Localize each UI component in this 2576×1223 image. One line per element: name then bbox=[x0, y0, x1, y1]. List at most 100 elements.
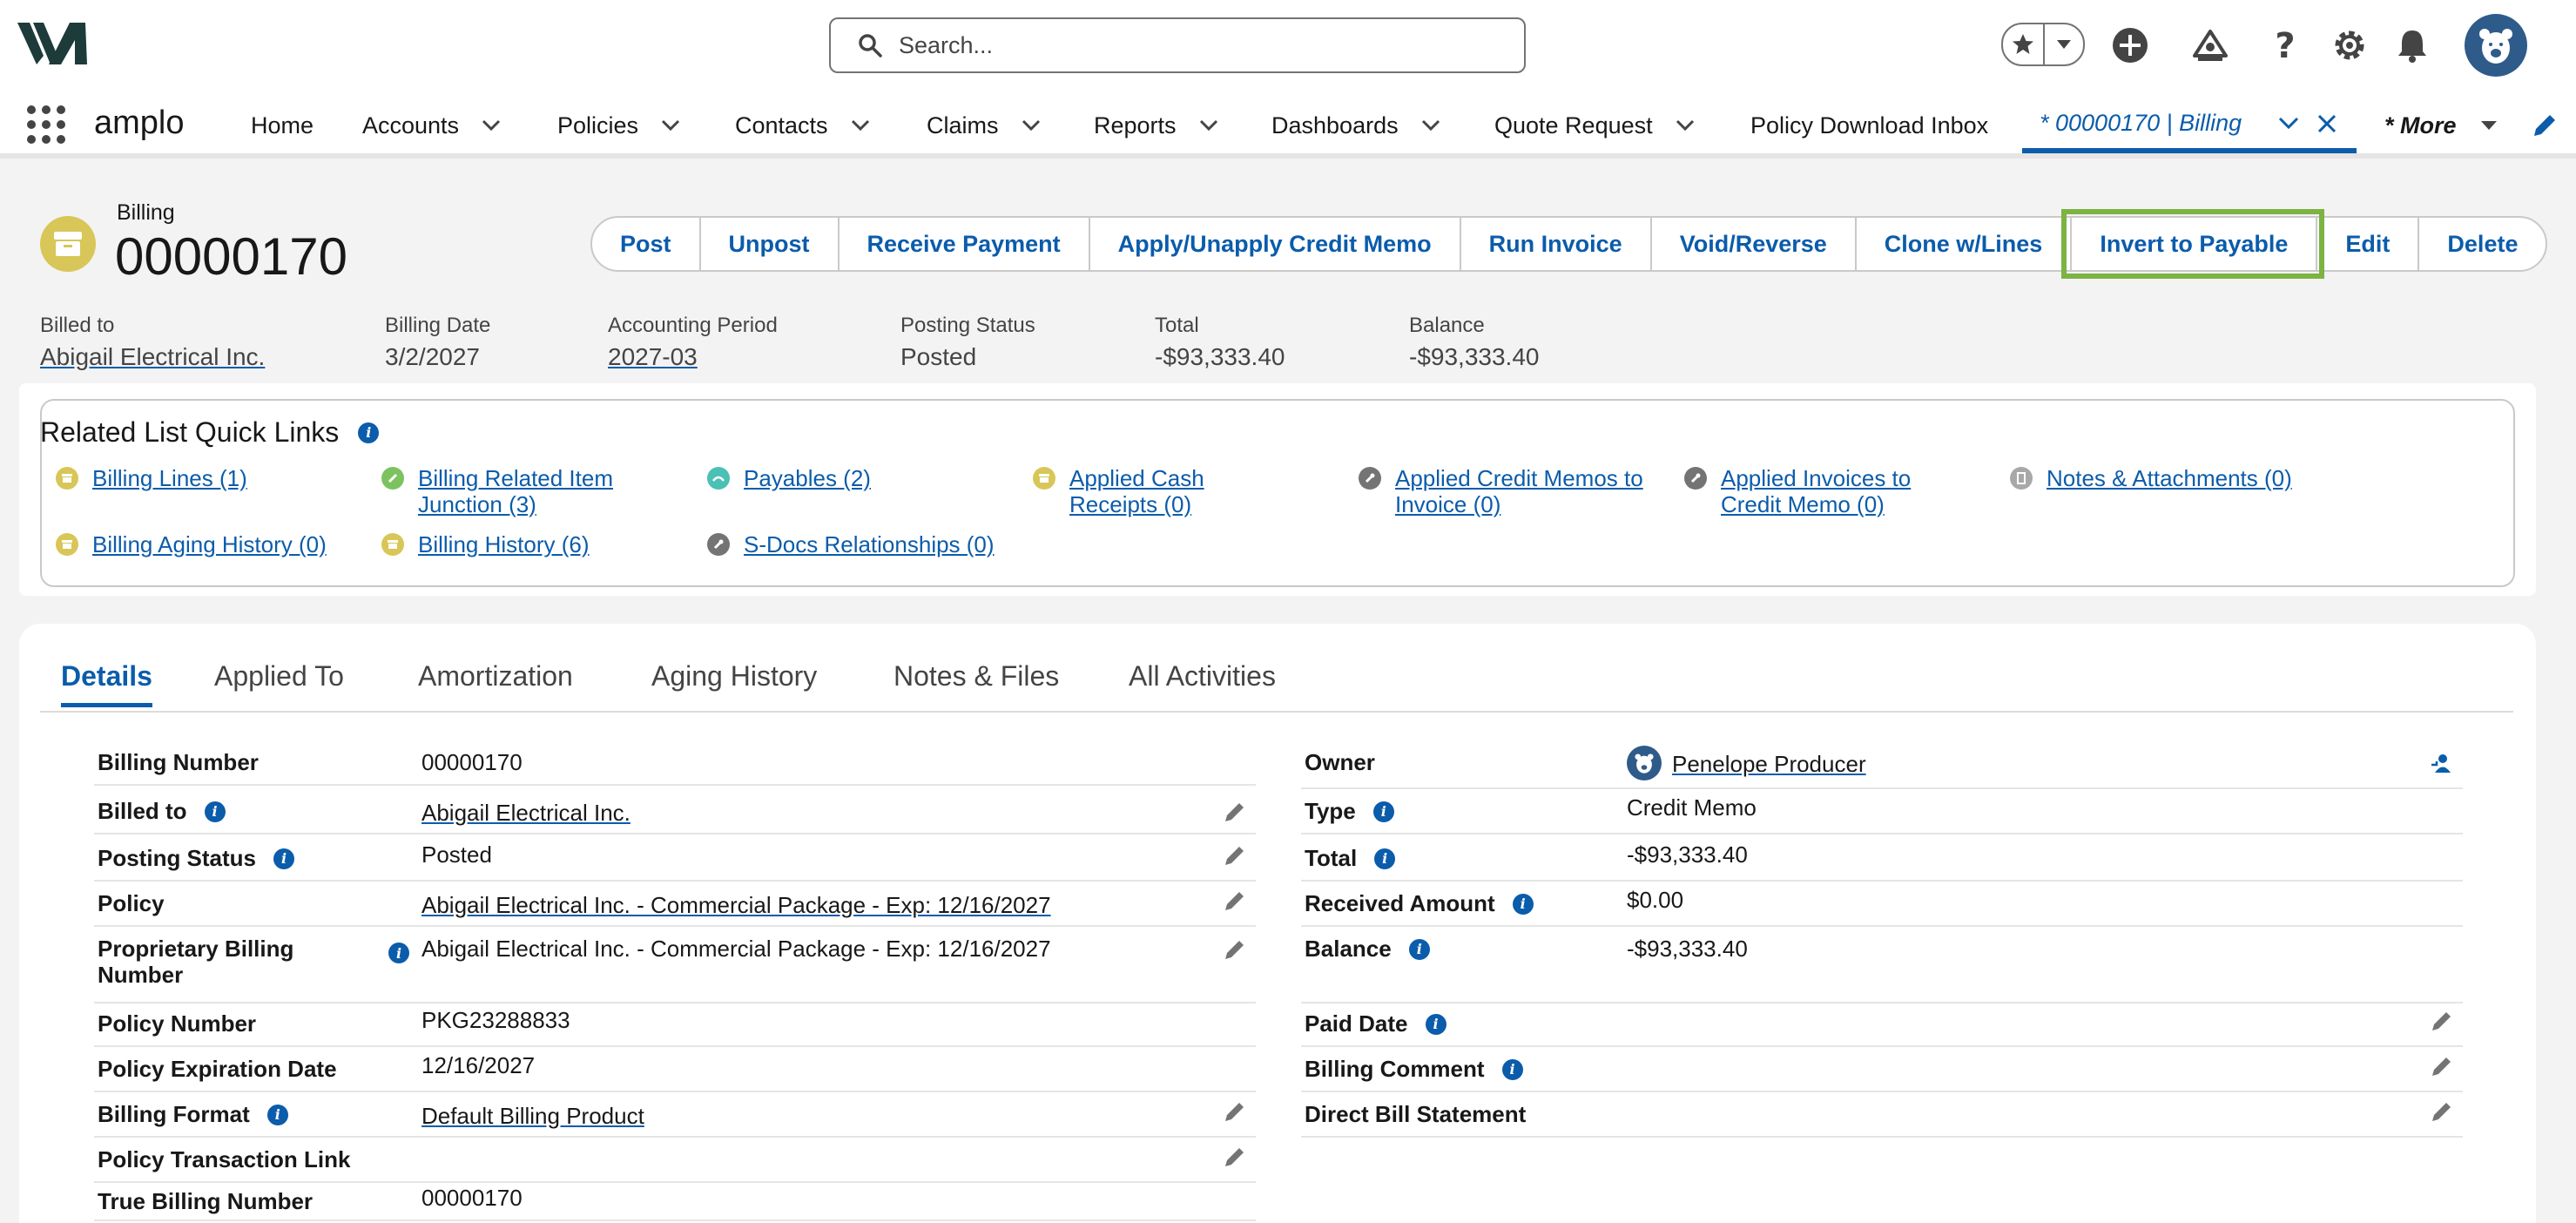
nav-item-quote-request[interactable]: Quote Request bbox=[1494, 110, 1695, 141]
unpost-button[interactable]: Unpost bbox=[698, 218, 838, 270]
nav-item-reports[interactable]: Reports bbox=[1094, 110, 1218, 141]
global-search[interactable] bbox=[829, 17, 1526, 73]
quick-link-text[interactable]: Notes & Attachments (0) bbox=[2047, 465, 2292, 491]
tab-details[interactable]: Details bbox=[61, 660, 152, 707]
edit-pencil-icon[interactable] bbox=[1223, 1099, 1247, 1124]
edit-pencil-icon[interactable] bbox=[1223, 800, 1247, 824]
tab-applied-to[interactable]: Applied To bbox=[214, 660, 344, 707]
quick-link-applied-cash-receipts[interactable]: Applied Cash Receipts (0) bbox=[1033, 465, 1204, 517]
info-icon[interactable]: i bbox=[1501, 1058, 1523, 1080]
chevron-down-icon[interactable] bbox=[1421, 119, 1440, 132]
edit-pencil-icon[interactable] bbox=[2430, 1099, 2454, 1124]
quick-link-text[interactable]: Applied Cash bbox=[1069, 465, 1204, 491]
quick-link-text[interactable]: Billing Related Item bbox=[418, 465, 613, 491]
invert-to-payable-button[interactable]: Invert to Payable bbox=[2061, 209, 2325, 279]
apply-unapply-credit-memo-button[interactable]: Apply/Unapply Credit Memo bbox=[1088, 218, 1460, 270]
receive-payment-button[interactable]: Receive Payment bbox=[837, 218, 1089, 270]
user-avatar[interactable] bbox=[2465, 14, 2527, 77]
tab-notes-files[interactable]: Notes & Files bbox=[894, 660, 1059, 707]
edit-pencil-icon[interactable] bbox=[1223, 889, 1247, 913]
quick-link-text[interactable]: S-Docs Relationships (0) bbox=[744, 531, 995, 557]
tab-all-activities[interactable]: All Activities bbox=[1129, 660, 1276, 707]
page-scrollbar[interactable] bbox=[2559, 159, 2576, 1223]
chevron-down-icon[interactable] bbox=[1199, 119, 1218, 132]
quick-link-text[interactable]: Receipts (0) bbox=[1069, 491, 1204, 517]
edit-pencil-icon[interactable] bbox=[2430, 1009, 2454, 1033]
nav-more[interactable]: * More bbox=[2384, 110, 2498, 141]
info-icon[interactable]: i bbox=[1425, 1013, 1446, 1035]
quick-link-billing-history[interactable]: Billing History (6) bbox=[381, 531, 590, 557]
tab-active-record[interactable]: * 00000170 | Billing bbox=[2022, 92, 2357, 153]
quick-link-text[interactable]: Billing History (6) bbox=[418, 531, 590, 557]
info-icon[interactable]: i bbox=[1512, 893, 1534, 915]
quick-link-billing-aging-history[interactable]: Billing Aging History (0) bbox=[56, 531, 327, 557]
void-reverse-button[interactable]: Void/Reverse bbox=[1649, 218, 1855, 270]
chevron-down-icon[interactable] bbox=[661, 119, 680, 132]
billing-format-link[interactable]: Default Billing Product bbox=[421, 1103, 644, 1130]
nav-item-dashboards[interactable]: Dashboards bbox=[1271, 110, 1440, 141]
info-icon[interactable]: i bbox=[266, 1104, 288, 1125]
quick-link-text[interactable]: Billing Aging History (0) bbox=[92, 531, 327, 557]
policy-link[interactable]: Abigail Electrical Inc. - Commercial Pac… bbox=[421, 892, 1051, 919]
edit-pencil-icon[interactable] bbox=[1223, 843, 1247, 868]
quick-link-text[interactable]: Credit Memo (0) bbox=[1721, 491, 1911, 517]
tab-aging-history[interactable]: Aging History bbox=[651, 660, 817, 707]
info-icon[interactable]: i bbox=[1374, 848, 1396, 869]
favorites-dropdown-icon[interactable] bbox=[2043, 24, 2083, 64]
edit-nav-pencil-icon[interactable] bbox=[2531, 111, 2559, 139]
accounting-period-link[interactable]: 2027-03 bbox=[608, 343, 778, 371]
quick-link-notes-attachments[interactable]: Notes & Attachments (0) bbox=[2010, 465, 2292, 491]
quick-link-text[interactable]: Applied Invoices to bbox=[1721, 465, 1911, 491]
chevron-down-icon[interactable] bbox=[2278, 117, 2299, 131]
quick-link-text[interactable]: Invoice (0) bbox=[1395, 491, 1643, 517]
notifications-bell-icon[interactable] bbox=[2391, 24, 2433, 66]
owner-link[interactable]: Penelope Producer bbox=[1672, 751, 1866, 778]
help-icon[interactable]: ? bbox=[2264, 24, 2306, 66]
info-icon[interactable]: i bbox=[358, 422, 380, 443]
quick-link-payables[interactable]: Payables (2) bbox=[707, 465, 871, 491]
billed-to-link[interactable]: Abigail Electrical Inc. bbox=[40, 343, 265, 371]
chevron-down-icon[interactable] bbox=[1676, 119, 1695, 132]
search-input[interactable] bbox=[899, 31, 1491, 59]
edit-pencil-icon[interactable] bbox=[2430, 1054, 2454, 1078]
trailhead-icon[interactable] bbox=[2189, 24, 2231, 66]
clone-with-lines-button[interactable]: Clone w/Lines bbox=[1854, 218, 2071, 270]
quick-link-text[interactable]: Payables (2) bbox=[744, 465, 871, 491]
chevron-down-icon[interactable] bbox=[1022, 119, 1041, 132]
quick-link-billing-lines[interactable]: Billing Lines (1) bbox=[56, 465, 247, 491]
nav-item-contacts[interactable]: Contacts bbox=[735, 110, 870, 141]
add-icon[interactable] bbox=[2109, 24, 2151, 66]
nav-item-policies[interactable]: Policies bbox=[557, 110, 680, 141]
amplo-logo-icon[interactable] bbox=[17, 21, 87, 66]
info-icon[interactable]: i bbox=[388, 943, 409, 963]
quick-link-applied-invoices[interactable]: Applied Invoices to Credit Memo (0) bbox=[1684, 465, 1911, 517]
quick-link-text[interactable]: Billing Lines (1) bbox=[92, 465, 247, 491]
billed-to-link[interactable]: Abigail Electrical Inc. bbox=[421, 800, 631, 827]
edit-pencil-icon[interactable] bbox=[1223, 1145, 1247, 1169]
edit-pencil-icon[interactable] bbox=[1223, 937, 1247, 962]
quick-link-text[interactable]: Applied Credit Memos to bbox=[1395, 465, 1643, 491]
chevron-down-icon[interactable] bbox=[851, 119, 870, 132]
more-dropdown-icon[interactable] bbox=[2479, 119, 2498, 132]
quick-link-s-docs-relationships[interactable]: S-Docs Relationships (0) bbox=[707, 531, 995, 557]
quick-link-text[interactable]: Junction (3) bbox=[418, 491, 613, 517]
edit-button[interactable]: Edit bbox=[2316, 218, 2418, 270]
gear-icon[interactable] bbox=[2329, 24, 2370, 66]
chevron-down-icon[interactable] bbox=[482, 119, 501, 132]
info-icon[interactable]: i bbox=[1408, 938, 1430, 960]
quick-link-billing-related-item-junction[interactable]: Billing Related Item Junction (3) bbox=[381, 465, 613, 517]
favorites-button-group[interactable] bbox=[2001, 23, 2085, 66]
post-button[interactable]: Post bbox=[592, 218, 699, 270]
app-launcher-icon[interactable] bbox=[26, 105, 66, 145]
tab-amortization[interactable]: Amortization bbox=[418, 660, 573, 707]
info-icon[interactable]: i bbox=[1372, 801, 1394, 822]
info-icon[interactable]: i bbox=[273, 848, 295, 869]
nav-item-policy-download-inbox[interactable]: Policy Download Inbox bbox=[1750, 110, 1988, 141]
delete-button[interactable]: Delete bbox=[2418, 218, 2546, 270]
close-icon[interactable] bbox=[2316, 113, 2337, 134]
info-icon[interactable]: i bbox=[204, 801, 226, 822]
nav-item-accounts[interactable]: Accounts bbox=[362, 110, 501, 141]
run-invoice-button[interactable]: Run Invoice bbox=[1459, 218, 1650, 270]
quick-link-applied-credit-memos[interactable]: Applied Credit Memos to Invoice (0) bbox=[1359, 465, 1643, 517]
nav-item-claims[interactable]: Claims bbox=[927, 110, 1041, 141]
